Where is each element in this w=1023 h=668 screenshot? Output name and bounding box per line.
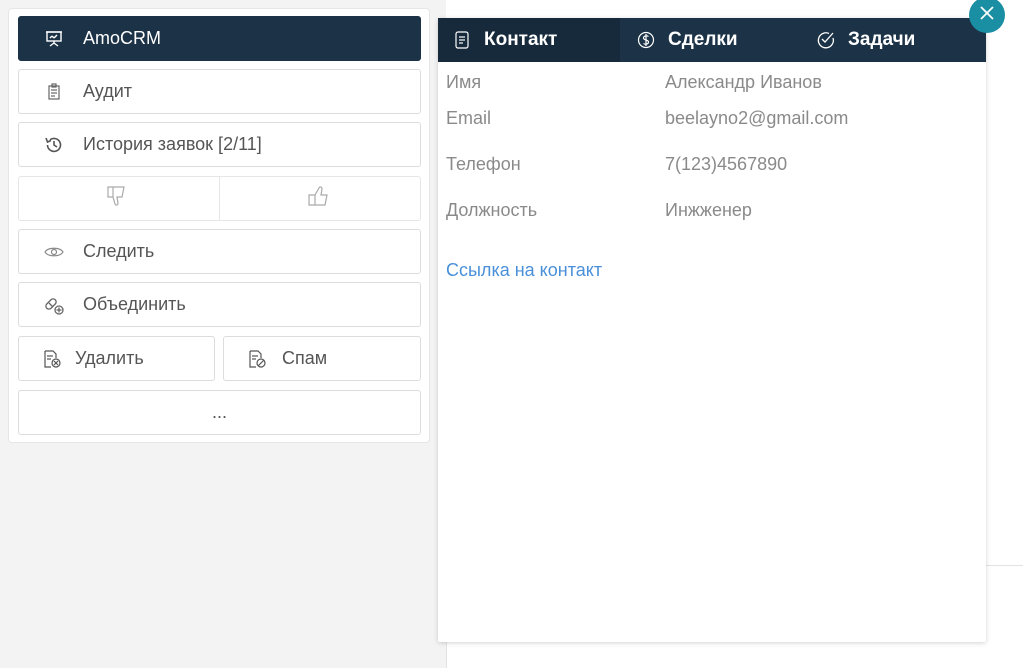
more-button[interactable]: ... [18,390,421,435]
presentation-icon [43,28,65,50]
close-button[interactable] [969,0,1005,33]
contact-email-row: Email beelayno2@gmail.com [446,108,848,129]
phone-label: Телефон [446,154,521,174]
history-label: История заявок [2/11] [83,134,262,154]
follow-button[interactable]: Следить [18,229,421,274]
tab-deals-label: Сделки [668,29,738,50]
dislike-button[interactable] [19,177,219,220]
contact-panel: Контакт Сделки Задачи Имя Александр Иван [438,18,986,642]
contact-card-icon [452,29,472,51]
name-label: Имя [446,72,482,92]
contact-phone-row: Телефон 7(123)4567890 [446,154,787,175]
thumbs-down-icon [106,184,132,213]
delete-doc-icon [41,348,63,370]
position-value: Инжженер [665,200,752,220]
spam-button[interactable]: Спам [223,336,421,381]
spam-label: Спам [282,348,328,368]
amocrm-label: AmoCRM [83,28,162,48]
dollar-icon [636,29,656,51]
tab-tasks[interactable]: Задачи [800,18,986,62]
contact-name-row: Имя Александр Иванов [446,72,822,93]
spam-doc-icon [246,348,268,370]
name-value: Александр Иванов [665,72,822,92]
merge-label: Объединить [83,294,186,314]
tab-contact-label: Контакт [484,29,558,50]
contact-link[interactable]: Ссылка на контакт [446,260,602,281]
like-button[interactable] [219,177,420,220]
position-label: Должность [446,200,538,220]
close-icon [979,5,995,26]
amocrm-button[interactable]: AmoCRM [18,16,421,61]
delete-label: Удалить [75,348,144,368]
eye-icon [43,241,65,263]
check-circle-icon [816,29,836,51]
email-value: beelayno2@gmail.com [665,108,849,128]
panel-tabs: Контакт Сделки Задачи [438,18,986,62]
vote-row [18,176,421,221]
history-icon [43,134,65,156]
delete-button[interactable]: Удалить [18,336,215,381]
phone-value: 7(123)4567890 [665,154,788,174]
thumbs-up-icon [307,184,333,213]
more-label: ... [211,402,227,422]
merge-button[interactable]: Объединить [18,282,421,327]
divider [986,565,1023,566]
tab-deals[interactable]: Сделки [620,18,800,62]
tab-tasks-label: Задачи [848,29,916,50]
audit-button[interactable]: Аудит [18,69,421,114]
document-icon [43,81,65,103]
email-label: Email [446,108,492,128]
audit-label: Аудит [83,81,133,101]
follow-label: Следить [83,241,155,261]
history-button[interactable]: История заявок [2/11] [18,122,421,167]
contact-position-row: Должность Инжженер [446,200,752,221]
merge-icon [43,294,65,316]
tab-contact[interactable]: Контакт [438,18,620,62]
